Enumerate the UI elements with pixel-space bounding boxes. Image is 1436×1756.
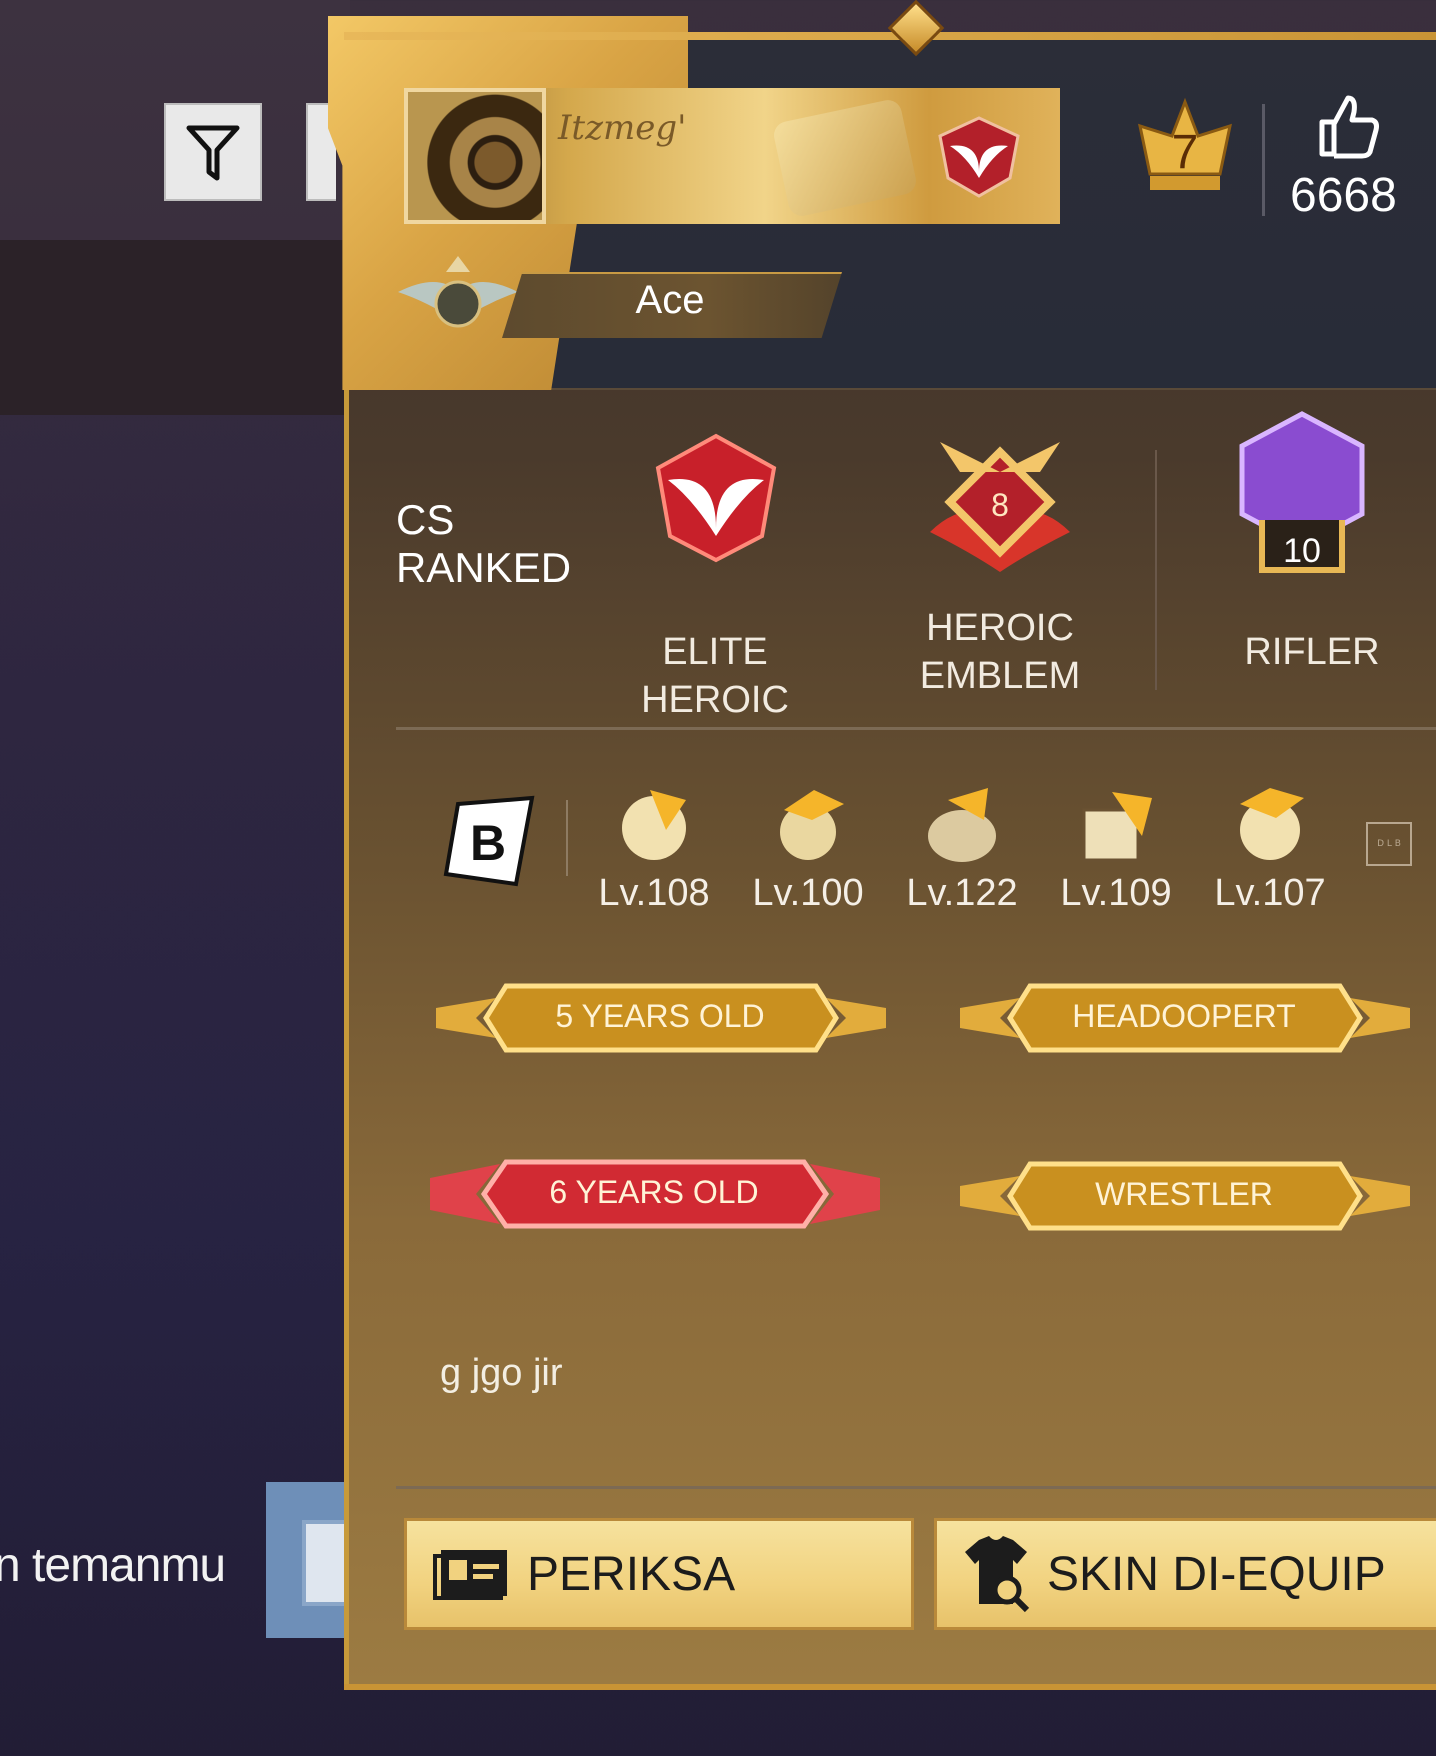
pet-level-2: Lv.100 bbox=[752, 872, 864, 914]
booyah-pass-letter: B bbox=[470, 815, 506, 871]
badge-label-4: WRESTLER bbox=[1095, 1176, 1273, 1212]
more-pets-icon[interactable]: D L B bbox=[1366, 822, 1412, 866]
pet-icon-2[interactable] bbox=[764, 780, 852, 872]
background-label: n temanmu bbox=[0, 1539, 226, 1592]
header-divider bbox=[1262, 104, 1265, 216]
pet-level-1: Lv.108 bbox=[598, 872, 710, 914]
id-card-icon bbox=[433, 1550, 507, 1600]
heroic-emblem-icon[interactable]: 8 bbox=[900, 432, 1100, 582]
badge-label-2: HEADOOPERT bbox=[1072, 998, 1296, 1034]
cs-ranked-heading: CS RANKED bbox=[396, 496, 571, 592]
shirt-search-icon bbox=[965, 1536, 1030, 1613]
heroic-emblem-label: HEROIC EMBLEM bbox=[919, 607, 1081, 697]
level-badge-text: 7 bbox=[1172, 126, 1199, 179]
filter-icon bbox=[186, 125, 240, 181]
pet-level-4: Lv.109 bbox=[1060, 872, 1172, 914]
pet-icon-5[interactable] bbox=[1226, 780, 1314, 872]
ranked-divider bbox=[1155, 450, 1157, 690]
likes-count: 6668 bbox=[1290, 169, 1397, 222]
section-divider bbox=[396, 727, 1436, 730]
panel-bottom-border bbox=[344, 1684, 1436, 1690]
player-nickname: Itzmeg' bbox=[558, 108, 687, 148]
rifler-label: RIFLER bbox=[1244, 631, 1380, 673]
elite-heroic-label: ELITE HEROIC bbox=[641, 631, 789, 721]
booyah-pass-icon[interactable]: B bbox=[432, 794, 542, 894]
pets-divider bbox=[566, 800, 568, 876]
pet-icon-3[interactable] bbox=[918, 780, 1006, 872]
badge-label-3: 6 YEARS OLD bbox=[549, 1174, 759, 1210]
pet-level-5: Lv.107 bbox=[1214, 872, 1326, 914]
pet-level-3: Lv.122 bbox=[906, 872, 1018, 914]
badge-label-1: 5 YEARS OLD bbox=[555, 998, 765, 1034]
inspect-button-label: PERIKSA bbox=[527, 1547, 736, 1601]
player-title: Ace bbox=[635, 278, 705, 322]
signature-text: g jgo jir bbox=[440, 1352, 563, 1394]
cs-ranked-label: CS RANKED bbox=[396, 496, 572, 591]
inspect-button[interactable]: PERIKSA bbox=[404, 1518, 914, 1630]
equipped-skins-button-label: SKIN DI-EQUIP bbox=[1047, 1547, 1386, 1601]
avatar[interactable] bbox=[404, 88, 546, 224]
footer-divider bbox=[396, 1486, 1436, 1489]
rifler-badge: 10 bbox=[1283, 532, 1321, 570]
equipped-skins-button[interactable]: SKIN DI-EQUIP bbox=[934, 1518, 1436, 1630]
filter-button[interactable] bbox=[164, 103, 262, 201]
rifler-icon[interactable]: 10 bbox=[1222, 410, 1382, 600]
pet-icon-4[interactable] bbox=[1072, 780, 1160, 872]
crown-icon: 7 bbox=[1138, 97, 1232, 190]
elite-heroic-icon[interactable] bbox=[646, 428, 786, 568]
thumbs-up-icon[interactable] bbox=[1316, 92, 1380, 160]
heroic-emblem-badge: 8 bbox=[991, 487, 1009, 523]
background-band bbox=[0, 240, 350, 415]
panel-top-border bbox=[344, 32, 1436, 40]
pet-icon-1[interactable] bbox=[610, 780, 698, 872]
heroic-wing-icon bbox=[938, 116, 1020, 198]
